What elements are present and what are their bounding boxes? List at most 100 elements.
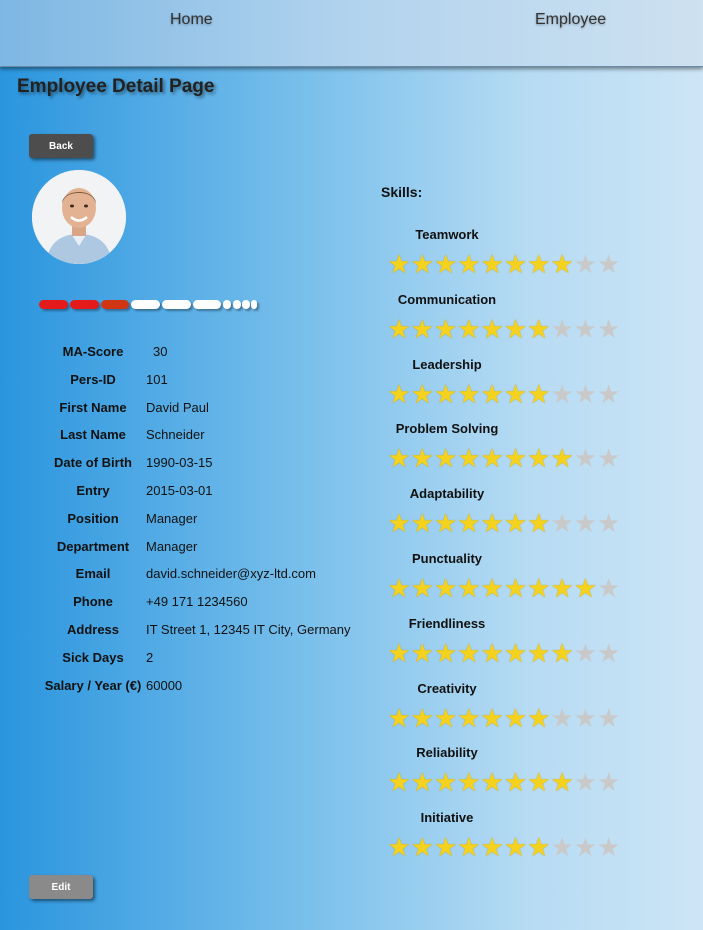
star-empty-icon: ★ [597, 508, 621, 539]
skill-name: Teamwork [415, 227, 479, 242]
star-filled-icon: ★ [433, 767, 458, 798]
detail-value: Schneider [146, 427, 205, 443]
score-segment-filled [39, 300, 68, 309]
star-filled-icon: ★ [503, 378, 528, 409]
star-filled-icon: ★ [527, 767, 551, 798]
star-empty-icon: ★ [597, 702, 621, 733]
star-filled-icon: ★ [457, 637, 481, 668]
star-empty-icon: ★ [573, 832, 598, 863]
star-filled-icon: ★ [550, 767, 574, 798]
star-filled-icon: ★ [480, 702, 504, 733]
star-filled-icon: ★ [410, 508, 434, 539]
star-filled-icon: ★ [550, 443, 574, 474]
score-segment-empty [162, 300, 191, 309]
detail-label: Email [75, 566, 111, 582]
back-button[interactable]: Back [29, 134, 93, 158]
score-segment-empty [193, 300, 221, 309]
star-filled-icon: ★ [433, 832, 458, 863]
star-filled-icon: ★ [410, 702, 434, 733]
star-empty-icon: ★ [550, 832, 574, 863]
detail-value: 30 [153, 344, 168, 359]
skill-name: Problem Solving [395, 421, 499, 437]
star-filled-icon: ★ [410, 249, 434, 279]
score-segment-empty [233, 300, 241, 309]
star-empty-icon: ★ [597, 378, 621, 409]
detail-label: Pers-ID [70, 371, 116, 387]
star-filled-icon: ★ [410, 767, 434, 798]
star-empty-icon: ★ [597, 767, 621, 798]
star-filled-icon: ★ [527, 573, 551, 603]
detail-label: Department [56, 538, 130, 554]
star-filled-icon: ★ [480, 378, 504, 409]
star-filled-icon: ★ [550, 637, 574, 668]
star-filled-icon: ★ [480, 443, 504, 474]
star-empty-icon: ★ [550, 508, 574, 539]
star-empty-icon: ★ [597, 832, 621, 863]
skill-name: Punctuality [411, 551, 483, 566]
star-filled-icon: ★ [527, 508, 551, 539]
employee-photo-icon [32, 170, 126, 264]
star-filled-icon: ★ [410, 313, 434, 344]
star-filled-icon: ★ [387, 702, 411, 733]
nav-home-link[interactable]: Home [170, 11, 213, 29]
nav-employee-link[interactable]: Employee [535, 11, 606, 29]
star-filled-icon: ★ [433, 637, 458, 668]
star-filled-icon: ★ [457, 443, 481, 474]
star-filled-icon: ★ [480, 573, 504, 603]
detail-label: First Name [59, 399, 127, 415]
score-segment-filled [70, 300, 99, 309]
star-filled-icon: ★ [433, 702, 458, 733]
star-filled-icon: ★ [457, 378, 481, 409]
star-filled-icon: ★ [480, 637, 504, 668]
star-filled-icon: ★ [480, 832, 504, 863]
star-filled-icon: ★ [480, 767, 504, 798]
skill-name: Friendliness [408, 615, 486, 631]
star-empty-icon: ★ [550, 378, 574, 409]
detail-value: 60000 [146, 677, 183, 693]
star-filled-icon: ★ [387, 313, 411, 344]
star-filled-icon: ★ [387, 637, 411, 668]
star-filled-icon: ★ [457, 249, 481, 279]
star-filled-icon: ★ [527, 443, 551, 474]
score-segment-empty [251, 300, 257, 309]
star-filled-icon: ★ [503, 573, 528, 603]
star-filled-icon: ★ [503, 443, 528, 474]
skill-name: Communication [397, 291, 497, 307]
score-segment-empty [242, 300, 250, 309]
score-segment-filled [101, 300, 129, 309]
star-empty-icon: ★ [573, 702, 598, 733]
star-filled-icon: ★ [503, 249, 528, 279]
score-segment-empty [131, 300, 160, 309]
detail-value: 2015-03-01 [146, 483, 213, 498]
skill-name: Adaptability [409, 486, 485, 502]
star-filled-icon: ★ [527, 378, 551, 409]
detail-label: Date of Birth [54, 455, 132, 471]
detail-value: +49 171 1234560 [146, 594, 248, 610]
star-empty-icon: ★ [573, 443, 598, 474]
star-filled-icon: ★ [503, 508, 528, 539]
detail-label: Entry [76, 483, 110, 498]
star-filled-icon: ★ [410, 573, 434, 603]
star-filled-icon: ★ [457, 508, 481, 539]
star-filled-icon: ★ [527, 832, 551, 863]
star-empty-icon: ★ [597, 443, 621, 474]
detail-label: Last Name [60, 427, 126, 443]
detail-label: Salary / Year (€) [44, 677, 142, 693]
edit-button[interactable]: Edit [29, 875, 93, 899]
avatar [32, 170, 126, 264]
star-empty-icon: ★ [573, 249, 598, 279]
detail-value: 101 [146, 371, 168, 387]
star-empty-icon: ★ [573, 767, 598, 798]
skills-heading: Skills: [381, 184, 423, 200]
star-filled-icon: ★ [457, 573, 481, 603]
star-filled-icon: ★ [433, 573, 458, 603]
star-filled-icon: ★ [387, 508, 411, 539]
star-filled-icon: ★ [433, 249, 458, 279]
star-filled-icon: ★ [573, 573, 598, 603]
star-filled-icon: ★ [433, 443, 458, 474]
detail-label: Address [66, 622, 120, 637]
detail-value: IT Street 1, 12345 IT City, Germany [146, 622, 351, 637]
detail-value: david.schneider@xyz-ltd.com [146, 566, 316, 582]
detail-value: Manager [146, 538, 198, 554]
skill-name: Reliability [416, 745, 478, 761]
